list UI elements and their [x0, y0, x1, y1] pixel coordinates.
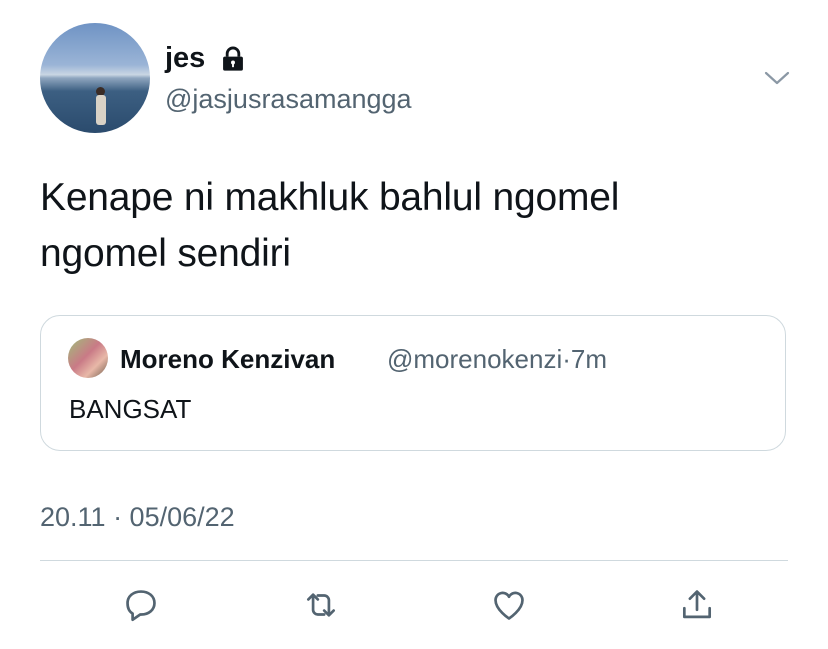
tweet-text-line-1: Kenape ni makhluk bahlul ngomel — [40, 176, 620, 219]
share-icon — [682, 590, 712, 619]
author-avatar[interactable] — [40, 23, 150, 133]
tweet-text: Kenape ni makhluk bahlul ngomel ngomel s… — [40, 170, 800, 282]
quoted-author-name[interactable]: Moreno Kenzivan — [120, 342, 335, 376]
quoted-tweet-text: BANGSAT — [69, 394, 192, 424]
tweet-text-line-2: ngomel sendiri — [40, 232, 291, 275]
tweet-timestamp[interactable]: 20.11 · 05/06/22 — [40, 500, 235, 534]
heart-icon — [494, 591, 524, 620]
author-handle[interactable]: @jasjusrasamangga — [165, 82, 412, 116]
quoted-tweet-card[interactable] — [40, 315, 786, 451]
retweet-button[interactable] — [300, 584, 342, 626]
avatar-figure-body — [96, 95, 106, 125]
retweet-icon — [306, 593, 336, 617]
like-button[interactable] — [488, 584, 530, 626]
reply-button[interactable] — [120, 584, 162, 626]
lock-icon — [223, 46, 243, 71]
quoted-author-avatar[interactable] — [68, 338, 108, 378]
divider — [40, 560, 788, 561]
reply-icon — [126, 590, 156, 622]
share-button[interactable] — [676, 584, 718, 626]
chevron-down-icon[interactable] — [762, 66, 792, 90]
author-display-name[interactable]: jes — [165, 40, 205, 76]
quoted-author-handle-time[interactable]: @morenokenzi·7m — [387, 342, 607, 376]
